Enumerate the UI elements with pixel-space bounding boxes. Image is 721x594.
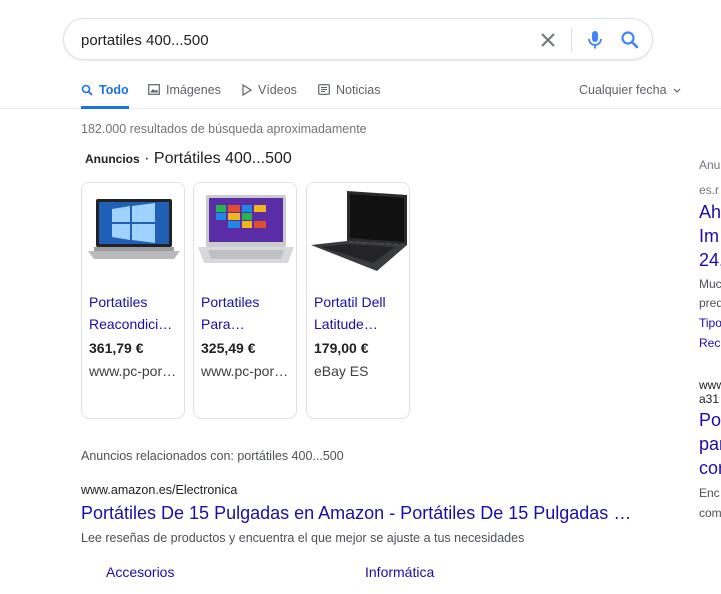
tab-todo[interactable]: Todo [81,83,129,109]
product-price: 361,79 € [89,340,144,356]
play-icon [242,84,252,96]
ad-description: Lee reseñas de productos y encuentra el … [81,531,525,545]
right-ad2-url-line[interactable]: a31 [699,392,719,406]
related-ads-label: Anuncios relacionados con: portátiles 40… [81,449,344,463]
result-stats: 182.000 resultados de búsqueda aproximad… [81,122,367,136]
laptop-image [194,183,296,286]
product-card[interactable]: Portatiles Para… 325,49 € www.pc-por… [193,182,297,419]
ads-badge: Anuncios [85,152,140,166]
right-ads-label: Anu [699,158,721,172]
sitelink-informatica[interactable]: Informática [365,564,434,580]
product-merchant: www.pc-por… [89,363,177,379]
product-title[interactable]: Portatiles Reacondici… [89,291,181,335]
news-icon [318,84,330,95]
ad-title-link[interactable]: Portátiles De 15 Pulgadas en Amazon - Po… [81,503,641,524]
search-divider [571,28,572,52]
search-tabs: Todo Imágenes Vídeos Noticias Cualquier … [0,76,721,109]
right-ad-desc-line: Muc [699,277,721,291]
right-ad2-title-line[interactable]: cor [699,458,721,479]
laptop-image [307,183,409,286]
product-title[interactable]: Portatil Dell Latitude… [314,291,406,335]
tab-noticias[interactable]: Noticias [318,83,380,109]
product-merchant: eBay ES [314,363,369,379]
right-ad-title-line[interactable]: Im [699,226,719,247]
right-ad-title-line[interactable]: Ah [699,202,721,223]
microphone-icon[interactable] [586,29,604,51]
tab-imagenes[interactable]: Imágenes [148,83,221,109]
search-input[interactable] [81,29,521,51]
laptop-image [82,183,184,286]
product-card[interactable]: Portatil Dell Latitude… 179,00 € eBay ES [306,182,410,419]
product-title[interactable]: Portatiles Para… [201,291,293,335]
date-filter-label: Cualquier fecha [579,83,667,97]
right-ad-title-line[interactable]: 24, [699,250,721,271]
ads-separator: · [144,150,150,167]
image-icon [148,84,160,95]
right-ad-desc-line: pred [699,296,721,310]
right-ad2-title-line[interactable]: Po [699,410,721,431]
tab-label: Todo [99,83,129,97]
ads-heading: Anuncios · Portátiles 400...500 [85,150,292,168]
right-ad2-desc-line: com [699,506,721,520]
search-box [63,18,653,60]
tab-label: Noticias [336,83,381,97]
right-ad-sitelink[interactable]: Tipo [699,316,721,330]
ads-heading-text: Portátiles 400...500 [153,150,292,167]
product-price: 325,49 € [201,340,256,356]
chevron-down-icon [673,88,680,93]
product-price: 179,00 € [314,340,369,356]
date-filter-dropdown[interactable]: Cualquier fecha [579,83,681,109]
search-icon [81,84,93,96]
tab-label: Imágenes [166,83,221,97]
product-merchant: www.pc-por… [201,363,289,379]
product-card[interactable]: Portatiles Reacondici… 361,79 € www.pc-p… [81,182,185,419]
right-ad-url[interactable]: es.r [699,183,719,197]
right-ad2-url-line[interactable]: www [699,378,721,392]
sitelink-accesorios[interactable]: Accesorios [106,564,174,580]
tab-label: Vídeos [258,83,297,97]
search-icon[interactable] [619,29,641,51]
right-ad-sitelink[interactable]: Rec [699,336,720,350]
right-ad2-title-line[interactable]: par [699,434,721,455]
right-ad2-desc-line: Enc [699,486,720,500]
tab-videos[interactable]: Vídeos [242,83,297,109]
clear-icon[interactable] [538,30,558,50]
ad-display-url[interactable]: www.amazon.es/Electronica [81,483,237,497]
